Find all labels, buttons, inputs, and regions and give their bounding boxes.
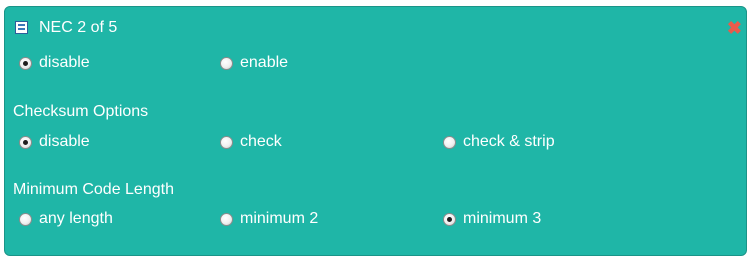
radio-button[interactable]: [443, 136, 456, 149]
checksum-radio-group: disable check check & strip: [5, 133, 745, 153]
close-icon[interactable]: ✖: [727, 19, 742, 37]
radio-button[interactable]: [220, 213, 233, 226]
enable-radio-group: disable enable: [5, 54, 745, 74]
option-label: check & strip: [463, 133, 555, 150]
radio-button[interactable]: [19, 57, 32, 70]
panel-header: NEC 2 of 5 ✖: [15, 19, 742, 41]
option-label: disable: [39, 133, 90, 150]
radio-button[interactable]: [19, 213, 32, 226]
option-label: check: [240, 133, 282, 150]
collapse-icon[interactable]: [15, 21, 28, 34]
option-label: any length: [39, 210, 113, 227]
radio-button[interactable]: [220, 57, 233, 70]
option-label: disable: [39, 54, 90, 71]
radio-button[interactable]: [220, 136, 233, 149]
panel-title: NEC 2 of 5: [39, 19, 118, 36]
radio-button[interactable]: [19, 136, 32, 149]
option-label: minimum 3: [463, 210, 542, 227]
nec-2-of-5-panel: NEC 2 of 5 ✖ disable enable Checksum Opt…: [4, 6, 747, 256]
option-label: enable: [240, 54, 289, 71]
radio-button[interactable]: [443, 213, 456, 226]
option-label: minimum 2: [240, 210, 319, 227]
minimum-length-radio-group: any length minimum 2 minimum 3: [5, 210, 745, 230]
checksum-options-heading: Checksum Options: [13, 103, 149, 120]
minimum-code-length-heading: Minimum Code Length: [13, 181, 174, 198]
